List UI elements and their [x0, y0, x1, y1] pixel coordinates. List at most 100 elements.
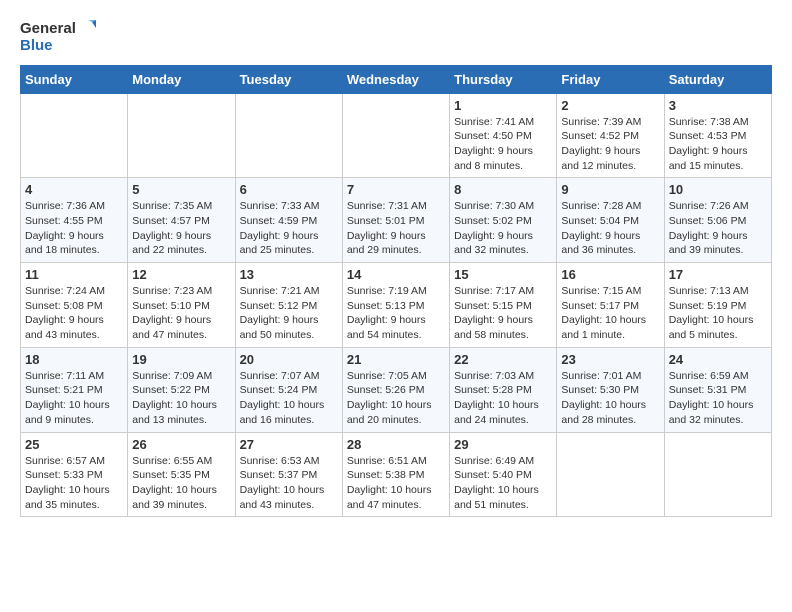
calendar-cell: 18 Sunrise: 7:11 AM Sunset: 5:21 PM Dayli…	[21, 347, 128, 432]
weekday-header-cell: Saturday	[664, 65, 771, 93]
calendar-cell	[128, 93, 235, 178]
calendar-cell	[21, 93, 128, 178]
day-number: 15	[454, 267, 552, 282]
day-info: Sunrise: 7:33 AM Sunset: 4:59 PM Dayligh…	[240, 199, 338, 258]
day-number: 19	[132, 352, 230, 367]
calendar-cell: 27 Sunrise: 6:53 AM Sunset: 5:37 PM Dayli…	[235, 432, 342, 517]
calendar-cell: 19Sunrise: 7:09 AM Sunset: 5:22 PM Dayli…	[128, 347, 235, 432]
calendar-cell: 24 Sunrise: 6:59 AM Sunset: 5:31 PM Dayli…	[664, 347, 771, 432]
logo: General Blue	[20, 20, 96, 55]
weekday-header-cell: Tuesday	[235, 65, 342, 93]
day-number: 10	[669, 182, 767, 197]
calendar-cell: 16Sunrise: 7:15 AM Sunset: 5:17 PM Dayli…	[557, 263, 664, 348]
calendar-cell: 3 Sunrise: 7:38 AM Sunset: 4:53 PM Daylig…	[664, 93, 771, 178]
day-info: Sunrise: 7:05 AM Sunset: 5:26 PM Dayligh…	[347, 369, 445, 428]
day-info: Sunrise: 7:31 AM Sunset: 5:01 PM Dayligh…	[347, 199, 445, 258]
day-info: Sunrise: 7:35 AM Sunset: 4:57 PM Dayligh…	[132, 199, 230, 258]
calendar-cell: 2Sunrise: 7:39 AM Sunset: 4:52 PM Daylig…	[557, 93, 664, 178]
day-info: Sunrise: 6:51 AM Sunset: 5:38 PM Dayligh…	[347, 454, 445, 513]
day-number: 23	[561, 352, 659, 367]
calendar-cell	[664, 432, 771, 517]
day-info: Sunrise: 7:19 AM Sunset: 5:13 PM Dayligh…	[347, 284, 445, 343]
day-info: Sunrise: 7:07 AM Sunset: 5:24 PM Dayligh…	[240, 369, 338, 428]
day-info: Sunrise: 6:59 AM Sunset: 5:31 PM Dayligh…	[669, 369, 767, 428]
day-number: 1	[454, 98, 552, 113]
day-info: Sunrise: 7:03 AM Sunset: 5:28 PM Dayligh…	[454, 369, 552, 428]
logo-bird-icon	[78, 20, 96, 38]
day-number: 13	[240, 267, 338, 282]
day-info: Sunrise: 7:11 AM Sunset: 5:21 PM Dayligh…	[25, 369, 123, 428]
weekday-header-cell: Monday	[128, 65, 235, 93]
calendar-body: 1 Sunrise: 7:41 AM Sunset: 4:50 PM Daylig…	[21, 93, 772, 517]
calendar-cell: 22Sunrise: 7:03 AM Sunset: 5:28 PM Dayli…	[450, 347, 557, 432]
day-info: Sunrise: 6:49 AM Sunset: 5:40 PM Dayligh…	[454, 454, 552, 513]
calendar-cell: 11 Sunrise: 7:24 AM Sunset: 5:08 PM Dayli…	[21, 263, 128, 348]
day-number: 17	[669, 267, 767, 282]
calendar-week-row: 11 Sunrise: 7:24 AM Sunset: 5:08 PM Dayli…	[21, 263, 772, 348]
day-info: Sunrise: 7:23 AM Sunset: 5:10 PM Dayligh…	[132, 284, 230, 343]
weekday-header-cell: Thursday	[450, 65, 557, 93]
day-number: 21	[347, 352, 445, 367]
calendar-cell	[235, 93, 342, 178]
day-info: Sunrise: 6:57 AM Sunset: 5:33 PM Dayligh…	[25, 454, 123, 513]
day-info: Sunrise: 7:21 AM Sunset: 5:12 PM Dayligh…	[240, 284, 338, 343]
calendar-cell	[557, 432, 664, 517]
weekday-header-cell: Sunday	[21, 65, 128, 93]
day-info: Sunrise: 7:13 AM Sunset: 5:19 PM Dayligh…	[669, 284, 767, 343]
day-number: 26	[132, 437, 230, 452]
day-info: Sunrise: 7:24 AM Sunset: 5:08 PM Dayligh…	[25, 284, 123, 343]
day-info: Sunrise: 7:01 AM Sunset: 5:30 PM Dayligh…	[561, 369, 659, 428]
day-number: 16	[561, 267, 659, 282]
calendar-cell: 1 Sunrise: 7:41 AM Sunset: 4:50 PM Daylig…	[450, 93, 557, 178]
day-number: 18	[25, 352, 123, 367]
day-number: 9	[561, 182, 659, 197]
calendar-cell: 15 Sunrise: 7:17 AM Sunset: 5:15 PM Dayli…	[450, 263, 557, 348]
day-number: 28	[347, 437, 445, 452]
calendar-cell: 29Sunrise: 6:49 AM Sunset: 5:40 PM Dayli…	[450, 432, 557, 517]
day-number: 3	[669, 98, 767, 113]
calendar-week-row: 4 Sunrise: 7:36 AM Sunset: 4:55 PM Daylig…	[21, 178, 772, 263]
logo-general-text: General	[20, 21, 76, 38]
day-info: Sunrise: 7:38 AM Sunset: 4:53 PM Dayligh…	[669, 115, 767, 174]
logo-blue-text: Blue	[20, 38, 96, 55]
calendar-cell: 26 Sunrise: 6:55 AM Sunset: 5:35 PM Dayli…	[128, 432, 235, 517]
day-number: 27	[240, 437, 338, 452]
day-number: 11	[25, 267, 123, 282]
day-number: 2	[561, 98, 659, 113]
calendar-cell: 8 Sunrise: 7:30 AM Sunset: 5:02 PM Daylig…	[450, 178, 557, 263]
day-info: Sunrise: 6:55 AM Sunset: 5:35 PM Dayligh…	[132, 454, 230, 513]
calendar-week-row: 18 Sunrise: 7:11 AM Sunset: 5:21 PM Dayli…	[21, 347, 772, 432]
day-info: Sunrise: 7:28 AM Sunset: 5:04 PM Dayligh…	[561, 199, 659, 258]
day-number: 5	[132, 182, 230, 197]
day-number: 14	[347, 267, 445, 282]
calendar-cell: 21 Sunrise: 7:05 AM Sunset: 5:26 PM Dayli…	[342, 347, 449, 432]
day-number: 6	[240, 182, 338, 197]
day-info: Sunrise: 7:36 AM Sunset: 4:55 PM Dayligh…	[25, 199, 123, 258]
calendar-cell: 5 Sunrise: 7:35 AM Sunset: 4:57 PM Daylig…	[128, 178, 235, 263]
calendar-cell: 4 Sunrise: 7:36 AM Sunset: 4:55 PM Daylig…	[21, 178, 128, 263]
day-number: 24	[669, 352, 767, 367]
weekday-header-row: SundayMondayTuesdayWednesdayThursdayFrid…	[21, 65, 772, 93]
calendar-week-row: 25 Sunrise: 6:57 AM Sunset: 5:33 PM Dayli…	[21, 432, 772, 517]
day-info: Sunrise: 6:53 AM Sunset: 5:37 PM Dayligh…	[240, 454, 338, 513]
day-info: Sunrise: 7:17 AM Sunset: 5:15 PM Dayligh…	[454, 284, 552, 343]
calendar-cell: 12 Sunrise: 7:23 AM Sunset: 5:10 PM Dayli…	[128, 263, 235, 348]
calendar-table: SundayMondayTuesdayWednesdayThursdayFrid…	[20, 65, 772, 518]
day-number: 7	[347, 182, 445, 197]
calendar-cell: 7 Sunrise: 7:31 AM Sunset: 5:01 PM Daylig…	[342, 178, 449, 263]
calendar-cell: 9 Sunrise: 7:28 AM Sunset: 5:04 PM Daylig…	[557, 178, 664, 263]
day-number: 25	[25, 437, 123, 452]
calendar-cell: 20Sunrise: 7:07 AM Sunset: 5:24 PM Dayli…	[235, 347, 342, 432]
day-number: 4	[25, 182, 123, 197]
logo-wordmark: General Blue	[20, 20, 96, 55]
day-info: Sunrise: 7:41 AM Sunset: 4:50 PM Dayligh…	[454, 115, 552, 174]
day-number: 8	[454, 182, 552, 197]
calendar-cell: 6 Sunrise: 7:33 AM Sunset: 4:59 PM Daylig…	[235, 178, 342, 263]
day-info: Sunrise: 7:30 AM Sunset: 5:02 PM Dayligh…	[454, 199, 552, 258]
calendar-cell: 17 Sunrise: 7:13 AM Sunset: 5:19 PM Dayli…	[664, 263, 771, 348]
calendar-cell: 10 Sunrise: 7:26 AM Sunset: 5:06 PM Dayli…	[664, 178, 771, 263]
day-info: Sunrise: 7:26 AM Sunset: 5:06 PM Dayligh…	[669, 199, 767, 258]
weekday-header-cell: Friday	[557, 65, 664, 93]
calendar-week-row: 1 Sunrise: 7:41 AM Sunset: 4:50 PM Daylig…	[21, 93, 772, 178]
day-number: 12	[132, 267, 230, 282]
